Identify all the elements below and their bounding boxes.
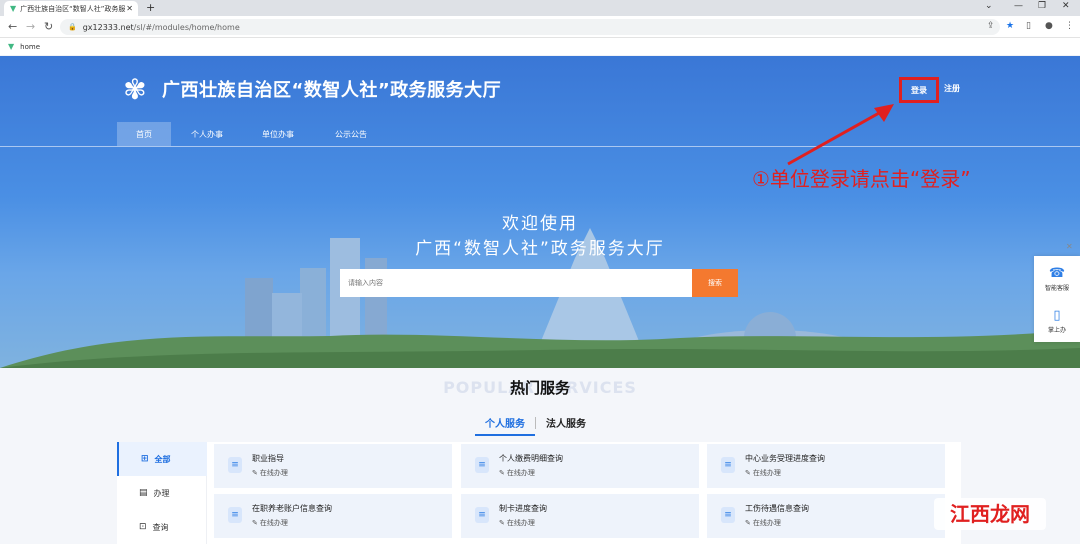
- service-doc-icon: ≡: [228, 457, 242, 473]
- mobile-service-label: 掌上办: [1047, 327, 1066, 334]
- browser-tab-bar: ▼ 广西壮族自治区“数智人社”政务服... ✕ + ⌄ — ❐ ✕: [0, 0, 1080, 16]
- site-title: 广西壮族自治区“数智人社”政务服务大厅: [162, 80, 502, 101]
- service-doc-icon: ≡: [721, 457, 735, 473]
- edit-icon: ✎: [745, 519, 751, 527]
- category-label: 办理: [153, 488, 170, 498]
- category-query[interactable]: ⊡ 查询: [117, 510, 207, 544]
- phone-icon: ▯: [1053, 308, 1061, 323]
- service-card[interactable]: ≡ 职业指导 ✎ 在线办理: [214, 444, 452, 488]
- close-window-icon[interactable]: ✕: [1062, 1, 1070, 11]
- service-card-title: 在职养老账户信息查询: [252, 504, 332, 513]
- service-card-title: 工伤待遇信息查询: [745, 504, 809, 513]
- smart-service-label: 智能客服: [1044, 285, 1069, 292]
- nav-employer[interactable]: 单位办事: [243, 122, 313, 146]
- float-panel: ☎ 智能客服 ▯ 掌上办: [1034, 256, 1080, 342]
- edit-icon: ✎: [499, 469, 505, 477]
- nav-announcements[interactable]: 公示公告: [313, 122, 389, 146]
- service-card-sub: ✎ 在线办理: [745, 469, 781, 477]
- smart-service-item[interactable]: ☎ 智能客服: [1034, 266, 1080, 292]
- watermark-logo: 江西龙网: [934, 498, 1046, 530]
- address-bar: ← → ↻ 🔒 gx12333.net/sl/#/modules/home/ho…: [0, 16, 1080, 38]
- profile-icon[interactable]: ●: [1045, 21, 1053, 31]
- service-card[interactable]: ≡ 工伤待遇信息查询 ✎ 在线办理: [707, 494, 945, 538]
- service-card[interactable]: ≡ 在职养老账户信息查询 ✎ 在线办理: [214, 494, 452, 538]
- bookmark-star-icon[interactable]: ★: [1006, 21, 1014, 31]
- mobile-service-item[interactable]: ▯ 掌上办: [1034, 308, 1080, 334]
- divider: [0, 146, 1080, 147]
- service-card-sub: ✎ 在线办理: [499, 519, 535, 527]
- services-panel: ⊞ 全部 ▤ 办理 ⊡ 查询 ≡ 职业指导 ✎ 在线办理 ≡ 个人缴费明细查询 ✎…: [117, 442, 961, 544]
- url-host: gx12333.net: [82, 22, 134, 32]
- service-card-sub: ✎ 在线办理: [745, 519, 781, 527]
- search-button[interactable]: 搜索: [692, 269, 738, 297]
- tab-personal-services[interactable]: 个人服务: [475, 413, 535, 436]
- edit-icon: ✎: [252, 519, 258, 527]
- category-label: 查询: [152, 522, 169, 532]
- headset-icon: ☎: [1048, 266, 1066, 281]
- welcome-line-2: 广西“数智人社”政务服务大厅: [415, 239, 665, 259]
- document-icon: ▤: [139, 488, 148, 498]
- service-doc-icon: ≡: [228, 507, 242, 523]
- restore-icon[interactable]: ❐: [1038, 1, 1046, 11]
- forward-icon[interactable]: →: [26, 20, 35, 33]
- service-card-sub: ✎ 在线办理: [499, 469, 535, 477]
- nav-personal[interactable]: 个人办事: [171, 122, 243, 146]
- section-title: 热门服务: [509, 379, 570, 397]
- welcome-line-1: 欢迎使用: [502, 214, 578, 234]
- grid-icon: ⊞: [141, 454, 149, 464]
- category-handle[interactable]: ▤ 办理: [117, 476, 207, 510]
- service-card-sub: ✎ 在线办理: [252, 469, 288, 477]
- edit-icon: ✎: [499, 519, 505, 527]
- edit-icon: ✎: [252, 469, 258, 477]
- annotation-text: ①单位登录请点击“登录”: [752, 167, 971, 191]
- service-card[interactable]: ≡ 制卡进度查询 ✎ 在线办理: [461, 494, 699, 538]
- tab-title: 广西壮族自治区“数智人社”政务服...: [20, 4, 127, 13]
- service-card-title: 制卡进度查询: [499, 504, 547, 513]
- lock-icon: 🔒: [68, 23, 77, 31]
- register-link[interactable]: 注册: [944, 83, 960, 94]
- site-logo-icon: ✾: [123, 73, 147, 106]
- service-card[interactable]: ≡ 个人缴费明细查询 ✎ 在线办理: [461, 444, 699, 488]
- service-card-title: 职业指导: [252, 454, 284, 463]
- service-card-title: 个人缴费明细查询: [499, 454, 563, 463]
- category-label: 全部: [154, 454, 171, 464]
- browser-tab[interactable]: ▼ 广西壮族自治区“数智人社”政务服... ✕: [4, 1, 138, 16]
- url-input[interactable]: 🔒 gx12333.net/sl/#/modules/home/home: [60, 19, 1000, 35]
- url-path: /sl/#/modules/home/home: [133, 22, 240, 32]
- service-card-sub: ✎ 在线办理: [252, 519, 288, 527]
- minimize-icon[interactable]: —: [1014, 1, 1023, 11]
- vue-favicon-icon: ▼: [10, 4, 17, 13]
- share-icon[interactable]: ⇪: [987, 21, 995, 31]
- tab-close-icon[interactable]: ✕: [126, 4, 133, 13]
- new-tab-button[interactable]: +: [146, 1, 155, 14]
- service-tabs: 个人服务 法人服务: [475, 413, 596, 436]
- vue-favicon-icon: ▼: [8, 42, 15, 51]
- back-icon[interactable]: ←: [8, 20, 17, 33]
- edit-icon: ✎: [745, 469, 751, 477]
- reload-icon[interactable]: ↻: [44, 20, 53, 33]
- menu-icon[interactable]: ⋮: [1065, 21, 1074, 31]
- main-nav: 首页 个人办事 单位办事 公示公告: [117, 122, 389, 146]
- service-card-title: 中心业务受理进度查询: [745, 454, 825, 463]
- service-doc-icon: ≡: [721, 507, 735, 523]
- float-panel-close-icon[interactable]: ✕: [1066, 242, 1073, 251]
- bookmarks-bar: ▼ home: [0, 38, 1080, 55]
- service-card[interactable]: ≡ 中心业务受理进度查询 ✎ 在线办理: [707, 444, 945, 488]
- service-doc-icon: ≡: [475, 457, 489, 473]
- category-list: ⊞ 全部 ▤ 办理 ⊡ 查询: [117, 442, 207, 544]
- category-all[interactable]: ⊞ 全部: [117, 442, 207, 476]
- search-doc-icon: ⊡: [139, 522, 147, 532]
- search-input[interactable]: [340, 269, 692, 297]
- sidepanel-icon[interactable]: ▯: [1026, 21, 1031, 31]
- tab-search-icon[interactable]: ⌄: [985, 1, 993, 11]
- nav-home[interactable]: 首页: [117, 122, 171, 146]
- tab-legal-services[interactable]: 法人服务: [536, 413, 596, 436]
- hot-services-section: POPULAR SERVICES 热门服务 个人服务 法人服务 ⊞ 全部 ▤ 办…: [0, 368, 1080, 544]
- bookmark-home[interactable]: home: [20, 43, 40, 51]
- hero-banner: ✾ 广西壮族自治区“数智人社”政务服务大厅 登录 注册 首页 个人办事 单位办事…: [0, 56, 1080, 368]
- service-doc-icon: ≡: [475, 507, 489, 523]
